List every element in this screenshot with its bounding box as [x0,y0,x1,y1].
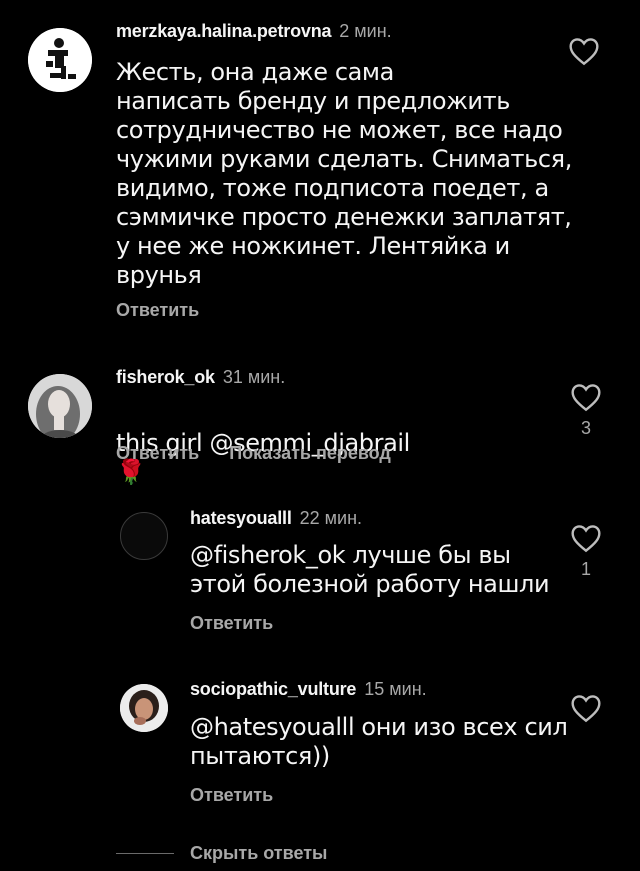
comment-actions: Ответить Показать перевод [116,443,421,464]
timestamp: 22 мин. [299,508,363,528]
avatar[interactable] [28,28,92,92]
username[interactable]: hatesyoualll [190,508,292,528]
comment-meta: hatesyoualll 22 мин. [190,508,362,529]
comment-text: Жесть, она даже сама написать бренду и п… [116,58,572,289]
comment-text: @fisherok_ok лучше бы вы этой болезной р… [190,541,550,598]
avatar[interactable] [120,684,168,732]
comment-meta: merzkaya.halina.petrovna 2 мин. [116,21,392,42]
like-count: 1 [580,559,591,579]
user-photo-icon [120,684,168,732]
user-photo-icon [28,374,92,438]
timestamp: 2 мин. [339,21,392,41]
reply-button[interactable]: Ответить [190,785,273,805]
like-button[interactable]: 3 [570,382,602,439]
reply-button[interactable]: Ответить [190,613,273,633]
reply-button[interactable]: Ответить [116,443,199,463]
username[interactable]: merzkaya.halina.petrovna [116,21,331,41]
comment-meta: fisherok_ok 31 мин. [116,367,285,388]
avatar[interactable] [28,374,92,438]
heart-icon [571,384,601,412]
like-button[interactable] [570,693,602,723]
reply-button[interactable]: Ответить [116,300,199,320]
heart-icon [569,38,599,66]
comment-actions: Ответить [190,785,303,806]
comment-text: @hatesyoualll они изо всех сил пытаются)… [190,713,568,770]
timestamp: 31 мин. [222,367,286,387]
hide-replies-button[interactable]: Скрыть ответы [190,843,327,864]
comment-actions: Ответить [190,613,303,634]
avatar[interactable] [120,512,168,560]
like-button[interactable]: 1 [570,523,602,580]
like-button[interactable] [568,36,600,66]
stick-figure-avatar-icon [28,28,92,92]
heart-icon [571,525,601,553]
comment-actions: Ответить [116,300,229,321]
like-count: 3 [580,418,591,438]
show-translation-button[interactable]: Показать перевод [229,443,391,463]
comment-meta: sociopathic_vulture 15 мин. [190,679,427,700]
timestamp: 15 мин. [364,679,427,699]
username[interactable]: sociopathic_vulture [190,679,356,699]
divider-line [116,853,174,854]
username[interactable]: fisherok_ok [116,367,215,387]
hide-replies-row: Скрыть ответы [116,843,327,864]
heart-icon [571,695,601,723]
